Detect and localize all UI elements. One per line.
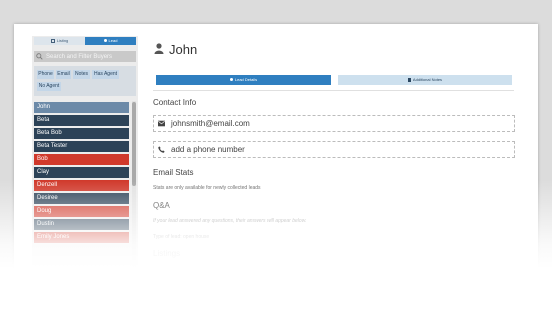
search-icon [36, 53, 43, 60]
filter-phone[interactable]: Phone [37, 70, 54, 79]
lead-list-item[interactable]: John [34, 102, 129, 113]
filter-notes[interactable]: Notes [73, 70, 90, 79]
tab-additional-notes-label: Additional Notes [412, 77, 443, 82]
filter-email[interactable]: Email [56, 70, 71, 79]
tab-listing[interactable]: Listing [34, 37, 85, 45]
sidebar: Listing Lead Search and Filter Buyers Ph… [32, 36, 138, 268]
scrollbar-thumb[interactable] [132, 102, 136, 186]
email-value: johnsmith@email.com [171, 119, 250, 128]
lead-list-item[interactable]: Clay [34, 167, 129, 178]
phone-field[interactable]: add a phone number [153, 141, 515, 158]
phone-icon [158, 146, 165, 153]
envelope-icon [158, 120, 165, 127]
lead-list-item[interactable]: Doug [34, 206, 129, 217]
type-of-lead: Type of lead: open house [153, 234, 210, 240]
lead-list-item[interactable]: Beta Tester [34, 141, 129, 152]
building-icon [50, 38, 55, 43]
lead-list-item[interactable]: Emily Jones [34, 232, 129, 243]
lead-list-item[interactable]: Dustin [34, 219, 129, 230]
lead-list-item[interactable]: Beta [34, 115, 129, 126]
email-stats-text: Stats are only available for newly colle… [153, 185, 261, 191]
tab-lead-details-label: Lead Details [234, 77, 258, 82]
qa-text: If your lead answered any questions, the… [153, 218, 307, 224]
phone-placeholder: add a phone number [171, 145, 245, 154]
search-input[interactable]: Search and Filter Buyers [34, 51, 136, 62]
lead-list-item[interactable]: Beta Bob [34, 128, 129, 139]
tab-lead-label: Lead [108, 38, 118, 43]
person-icon [229, 78, 233, 82]
notes-icon [407, 77, 411, 82]
listings-heading: Listings [153, 249, 181, 258]
tab-additional-notes[interactable]: Additional Notes [338, 75, 512, 85]
tab-lead-details[interactable]: Lead Details [156, 75, 331, 85]
filter-chips: Phone Email Notes Has Agent No Agent [34, 66, 136, 96]
filter-has-agent[interactable]: Has Agent [92, 70, 119, 79]
lead-list-item[interactable]: Desiree [34, 193, 129, 204]
person-icon [154, 43, 164, 54]
tab-listing-label: Listing [56, 38, 69, 43]
qa-heading: Q&A [153, 201, 170, 210]
tab-lead[interactable]: Lead [85, 37, 136, 45]
filter-no-agent[interactable]: No Agent [37, 82, 61, 91]
divider [153, 90, 514, 91]
lead-list-item[interactable]: Denzell [34, 180, 129, 191]
lead-list: John Beta Beta Bob Beta Tester Bob Clay … [34, 101, 130, 268]
lead-name: John [169, 42, 198, 57]
lead-list-item[interactable]: Bob [34, 154, 129, 165]
contact-info-heading: Contact Info [153, 98, 197, 107]
search-placeholder: Search and Filter Buyers [46, 53, 113, 60]
email-stats-heading: Email Stats [153, 168, 194, 177]
user-icon [103, 39, 107, 43]
email-field[interactable]: johnsmith@email.com [153, 115, 515, 132]
